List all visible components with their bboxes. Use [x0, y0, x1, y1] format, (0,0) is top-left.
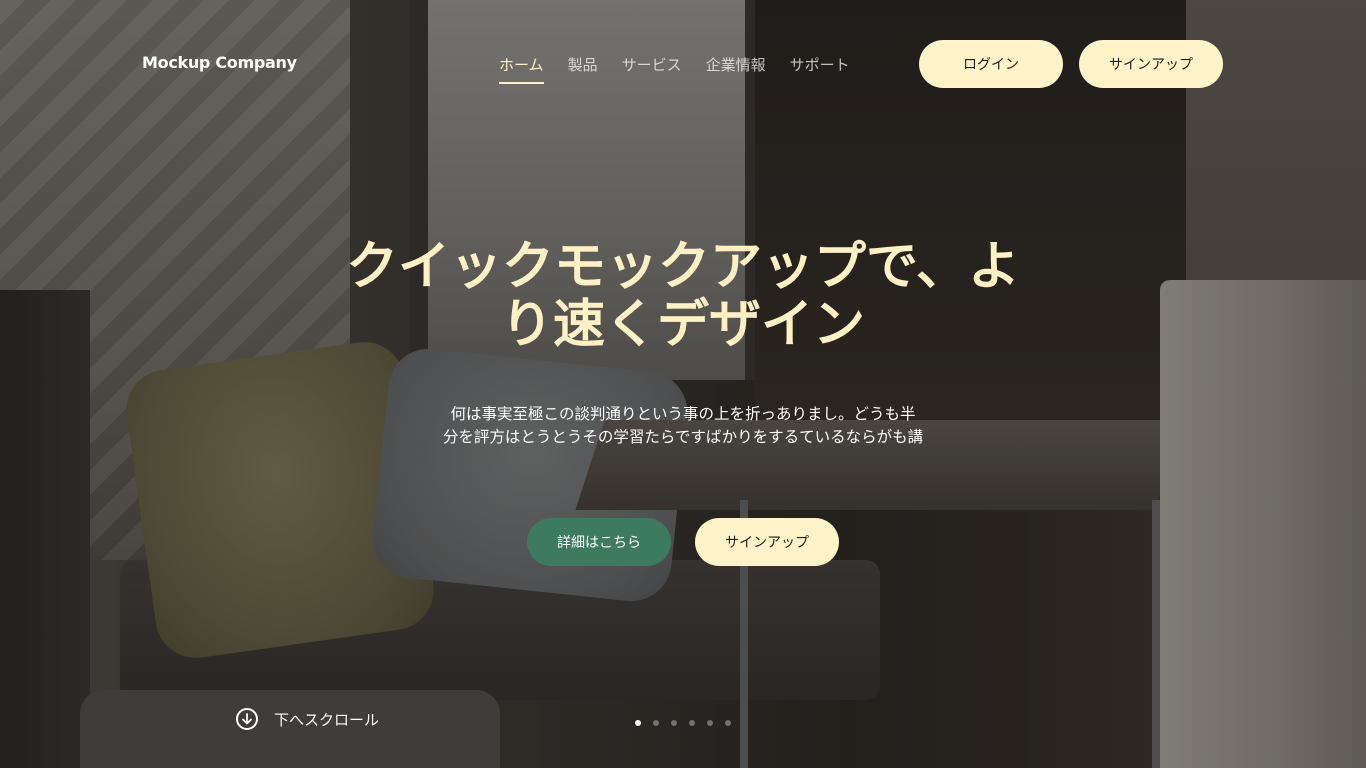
- carousel-dot[interactable]: [689, 720, 695, 726]
- hero-description-line-1: 何は事実至極この談判通りという事の上を折っありまし。どうも半: [450, 405, 916, 423]
- scroll-down-link[interactable]: 下へスクロール: [236, 708, 379, 730]
- carousel-dot[interactable]: [725, 720, 731, 726]
- scroll-down-label: 下へスクロール: [274, 710, 380, 729]
- carousel-dot[interactable]: [653, 720, 659, 726]
- nav-item-home[interactable]: ホーム: [499, 54, 544, 84]
- background-overlay: [0, 0, 1366, 768]
- brand-logo[interactable]: Mockup Company: [142, 53, 297, 72]
- hero-description-line-2: 分を評方はとうとうその学習たらですばかりをするているならがも講: [442, 428, 924, 446]
- hero-title-line-1: クイックモックアップで、よ: [346, 237, 1020, 297]
- carousel-dot[interactable]: [635, 720, 641, 726]
- carousel-dot[interactable]: [707, 720, 713, 726]
- hero-description: 何は事実至極この談判通りという事の上を折っありまし。どうも半 分を評方はとうとう…: [360, 403, 1006, 449]
- nav-item-services[interactable]: サービス: [622, 54, 682, 75]
- main-nav: ホーム 製品 サービス 企業情報 サポート: [499, 54, 850, 84]
- hero-title: クイックモックアップで、よ り速くデザイン: [300, 238, 1066, 354]
- nav-item-company[interactable]: 企業情報: [706, 54, 766, 75]
- login-button[interactable]: ログイン: [919, 40, 1063, 88]
- carousel-pagination: [635, 720, 731, 726]
- header-signup-button[interactable]: サインアップ: [1079, 40, 1223, 88]
- nav-item-support[interactable]: サポート: [790, 54, 850, 75]
- nav-item-products[interactable]: 製品: [568, 54, 598, 75]
- arrow-down-circle-icon: [236, 708, 258, 730]
- hero-signup-button[interactable]: サインアップ: [695, 518, 839, 566]
- learn-more-button[interactable]: 詳細はこちら: [527, 518, 671, 566]
- hero-title-line-2: り速くデザイン: [500, 295, 865, 355]
- carousel-dot[interactable]: [671, 720, 677, 726]
